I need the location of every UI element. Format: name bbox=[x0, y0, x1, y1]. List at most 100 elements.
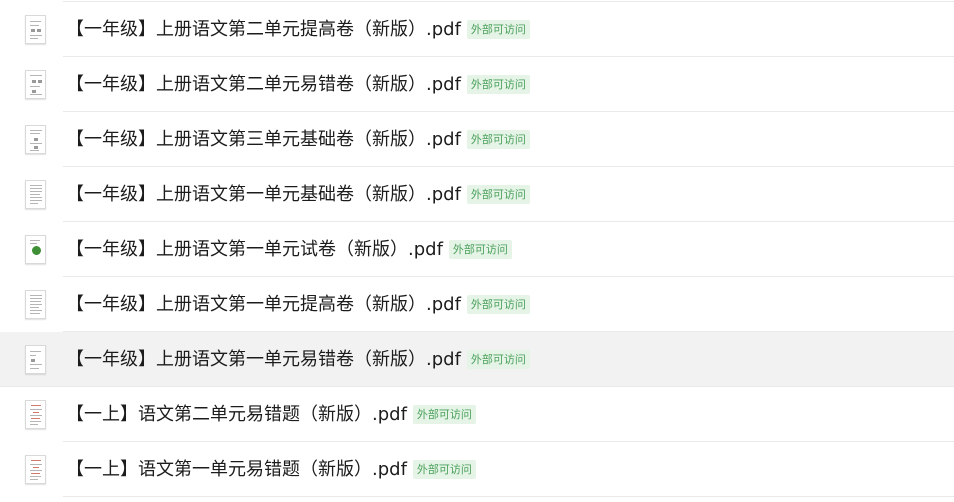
thumbnail-detail bbox=[30, 295, 42, 296]
file-name-container: 【一年级】上册语文第二单元易错卷（新版）.pdf 外部可访问 bbox=[66, 57, 530, 112]
thumbnail-detail bbox=[30, 188, 42, 189]
thumbnail-graphic bbox=[32, 246, 41, 255]
file-row[interactable]: 【一年级】上册语文第一单元易错卷（新版）.pdf 外部可访问 bbox=[0, 332, 954, 387]
file-name-container: 【一年级】上册语文第一单元易错卷（新版）.pdf 外部可访问 bbox=[66, 332, 530, 387]
thumbnail-detail bbox=[31, 460, 41, 461]
thumbnail-detail bbox=[30, 464, 42, 465]
thumbnail-detail bbox=[31, 359, 35, 362]
thumbnail-detail bbox=[30, 364, 42, 365]
thumbnail-detail bbox=[32, 80, 36, 83]
file-name[interactable]: 【一上】语文第一单元易错题（新版）.pdf bbox=[66, 459, 407, 481]
thumbnail-detail bbox=[30, 368, 39, 369]
thumbnail-detail bbox=[30, 424, 38, 425]
file-row[interactable]: 【一年级】上册语文第一单元提高卷（新版）.pdf 外部可访问 bbox=[0, 277, 954, 332]
file-name[interactable]: 【一年级】上册语文第三单元基础卷（新版）.pdf bbox=[66, 129, 461, 151]
thumbnail-detail bbox=[30, 133, 40, 134]
thumbnail-detail bbox=[30, 191, 42, 192]
thumbnail-detail bbox=[30, 479, 38, 480]
thumbnail-detail bbox=[30, 355, 36, 356]
pdf-document-thumbnail-icon bbox=[25, 180, 46, 209]
file-name[interactable]: 【一年级】上册语文第一单元试卷（新版）.pdf bbox=[66, 239, 443, 261]
pdf-document-thumbnail-icon bbox=[25, 455, 46, 484]
thumbnail-detail bbox=[30, 313, 40, 314]
file-name[interactable]: 【一年级】上册语文第二单元易错卷（新版）.pdf bbox=[66, 74, 461, 96]
external-access-badge: 外部可访问 bbox=[466, 350, 530, 369]
thumbnail-detail bbox=[30, 86, 40, 87]
thumbnail-detail bbox=[30, 298, 42, 299]
pdf-document-thumbnail-icon bbox=[25, 345, 46, 374]
file-row[interactable]: 【一上】语文第二单元易错题（新版）.pdf 外部可访问 bbox=[0, 387, 954, 442]
thumbnail-detail bbox=[30, 75, 42, 76]
external-access-badge: 外部可访问 bbox=[466, 185, 530, 204]
thumbnail-detail bbox=[34, 146, 38, 149]
thumbnail-detail bbox=[30, 409, 42, 410]
thumbnail-detail bbox=[30, 470, 42, 471]
thumbnail-detail bbox=[30, 243, 37, 244]
file-name-container: 【一上】语文第一单元易错题（新版）.pdf 外部可访问 bbox=[66, 442, 476, 497]
file-row[interactable]: 【一年级】上册语文第二单元易错卷（新版）.pdf 外部可访问 bbox=[0, 57, 954, 112]
file-name[interactable]: 【一上】语文第二单元易错题（新版）.pdf bbox=[66, 404, 407, 426]
file-list: 【一年级】上册语文第二单元提高卷（新版）.pdf 外部可访问 【一年级】上册语文… bbox=[0, 0, 954, 502]
thumbnail-detail bbox=[30, 130, 42, 131]
thumbnail-detail bbox=[31, 405, 41, 406]
file-name-container: 【一年级】上册语文第一单元基础卷（新版）.pdf 外部可访问 bbox=[66, 167, 530, 222]
pdf-document-thumbnail-icon bbox=[25, 70, 46, 99]
thumbnail-detail bbox=[30, 351, 41, 352]
file-name-container: 【一年级】上册语文第二单元提高卷（新版）.pdf 外部可访问 bbox=[66, 2, 530, 57]
file-row[interactable]: 【一年级】上册语文第一单元基础卷（新版）.pdf 外部可访问 bbox=[0, 167, 954, 222]
file-row[interactable]: 【一年级】上册语文第一单元试卷（新版）.pdf 外部可访问 bbox=[0, 222, 954, 277]
file-row[interactable]: 【一上】语文第一单元易错题（新版）.pdf 外部可访问 bbox=[0, 442, 954, 497]
pdf-document-thumbnail-icon bbox=[25, 290, 46, 319]
thumbnail-detail bbox=[31, 418, 40, 419]
external-access-badge: 外部可访问 bbox=[466, 295, 530, 314]
thumbnail-detail bbox=[30, 307, 39, 308]
thumbnail-detail bbox=[30, 476, 41, 477]
thumbnail-detail bbox=[30, 185, 42, 186]
thumbnail-detail bbox=[30, 197, 42, 198]
file-name[interactable]: 【一年级】上册语文第二单元提高卷（新版）.pdf bbox=[66, 19, 461, 41]
thumbnail-detail bbox=[30, 304, 42, 305]
pdf-document-thumbnail-icon bbox=[25, 400, 46, 429]
thumbnail-detail bbox=[30, 35, 42, 36]
thumbnail-detail bbox=[30, 301, 41, 302]
thumbnail-detail bbox=[32, 90, 36, 93]
file-name-container: 【一上】语文第二单元易错题（新版）.pdf 外部可访问 bbox=[66, 387, 476, 442]
file-name-container: 【一年级】上册语文第一单元试卷（新版）.pdf 外部可访问 bbox=[66, 222, 512, 277]
thumbnail-detail bbox=[30, 194, 40, 195]
file-row[interactable]: 【一年级】上册语文第二单元提高卷（新版）.pdf 外部可访问 bbox=[0, 2, 954, 57]
file-name[interactable]: 【一年级】上册语文第一单元基础卷（新版）.pdf bbox=[66, 184, 461, 206]
file-name[interactable]: 【一年级】上册语文第一单元易错卷（新版）.pdf bbox=[66, 349, 461, 371]
thumbnail-detail bbox=[30, 25, 39, 26]
thumbnail-detail bbox=[31, 29, 35, 32]
pdf-document-thumbnail-icon bbox=[25, 15, 46, 44]
thumbnail-detail bbox=[31, 473, 40, 474]
row-divider bbox=[63, 496, 954, 497]
thumbnail-detail bbox=[37, 29, 41, 32]
external-access-badge: 外部可访问 bbox=[466, 20, 530, 39]
external-access-badge: 外部可访问 bbox=[448, 240, 512, 259]
thumbnail-detail bbox=[30, 421, 41, 422]
thumbnail-detail bbox=[30, 150, 39, 151]
thumbnail-detail bbox=[30, 203, 38, 204]
file-row[interactable]: 【一年级】上册语文第三单元基础卷（新版）.pdf 外部可访问 bbox=[0, 112, 954, 167]
thumbnail-detail bbox=[30, 415, 42, 416]
thumbnail-detail bbox=[38, 80, 42, 83]
thumbnail-detail bbox=[30, 310, 42, 311]
file-name-container: 【一年级】上册语文第一单元提高卷（新版）.pdf 外部可访问 bbox=[66, 277, 530, 332]
thumbnail-detail bbox=[30, 94, 42, 95]
file-name-container: 【一年级】上册语文第三单元基础卷（新版）.pdf 外部可访问 bbox=[66, 112, 530, 167]
thumbnail-detail bbox=[30, 143, 42, 144]
thumbnail-detail bbox=[33, 467, 39, 468]
thumbnail-detail bbox=[30, 240, 40, 241]
external-access-badge: 外部可访问 bbox=[466, 75, 530, 94]
pdf-document-thumbnail-icon bbox=[25, 125, 46, 154]
thumbnail-detail bbox=[30, 21, 41, 22]
file-name[interactable]: 【一年级】上册语文第一单元提高卷（新版）.pdf bbox=[66, 294, 461, 316]
thumbnail-detail bbox=[30, 200, 42, 201]
external-access-badge: 外部可访问 bbox=[412, 405, 476, 424]
external-access-badge: 外部可访问 bbox=[412, 460, 476, 479]
thumbnail-detail bbox=[34, 138, 38, 141]
pdf-document-thumbnail-icon bbox=[25, 235, 46, 264]
thumbnail-detail bbox=[33, 412, 39, 413]
thumbnail-detail bbox=[30, 38, 38, 39]
